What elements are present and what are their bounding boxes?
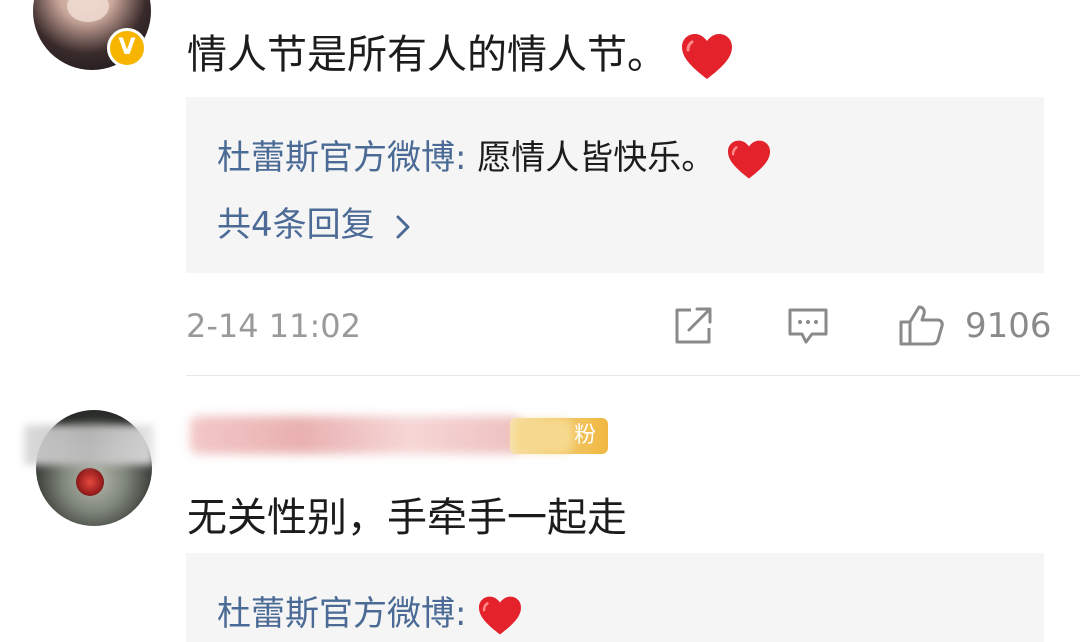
blurred-overlay: [24, 425, 154, 465]
reply-line: 杜蕾斯官方微博: 愿情人皆快乐。: [217, 130, 772, 181]
comment-text: 情人节是所有人的情人节。: [187, 22, 734, 82]
comment-body: 情人节是所有人的情人节。: [187, 32, 667, 78]
chevron-right-icon: [393, 213, 413, 241]
share-icon[interactable]: [673, 306, 715, 346]
reply-text: 愿情人皆快乐。: [477, 138, 716, 178]
heart-icon: [680, 32, 734, 82]
heart-icon: [726, 139, 772, 181]
comment-icon[interactable]: [786, 306, 830, 346]
comment-divider: [186, 375, 1080, 376]
fan-badge: 粉: [510, 418, 608, 454]
verified-badge: V: [107, 28, 147, 68]
reply-author-link[interactable]: 杜蕾斯官方微博: [217, 594, 455, 634]
thumbs-up-icon[interactable]: [898, 303, 946, 347]
blurred-username[interactable]: [190, 416, 520, 454]
like-count: 9106: [965, 306, 1052, 346]
reply-box[interactable]: 杜蕾斯官方微博: 愿情人皆快乐。 共4条回复: [186, 97, 1044, 273]
reply-author-link[interactable]: 杜蕾斯官方微博: [217, 138, 455, 178]
view-replies-link[interactable]: 共4条回复: [217, 197, 413, 246]
heart-icon: [477, 595, 523, 637]
reply-line: 杜蕾斯官方微博:: [217, 586, 523, 637]
comment-timestamp: 2-14 11:02: [186, 307, 362, 345]
reply-box[interactable]: 杜蕾斯官方微博:: [186, 553, 1044, 642]
comment-body: 无关性别，手牵手一起走: [187, 495, 627, 541]
